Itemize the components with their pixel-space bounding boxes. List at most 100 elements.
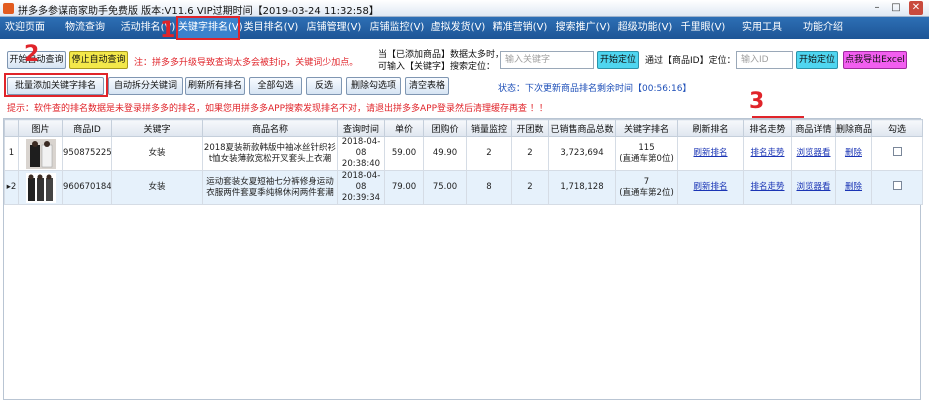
main-menu: 欢迎页面 物流查询 活动排名(V) 关键字排名(V) 类目排名(V) 店铺管理(… xyxy=(0,17,929,39)
column-header[interactable]: 删除商品 xyxy=(835,119,872,137)
annotation-box-1 xyxy=(176,16,240,40)
clear-table-button[interactable]: 清空表格 xyxy=(405,77,449,95)
status-text: 状态：下次更新商品排名剩余时间【00:56:16】 xyxy=(498,84,692,94)
row-index: 1 xyxy=(4,136,19,171)
invert-selection-button[interactable]: 反选 xyxy=(306,77,342,95)
delete-checked-button[interactable]: 删除勾选项 xyxy=(346,77,401,95)
delete-product-link[interactable]: 删除 xyxy=(835,170,872,205)
row-index: ▸2 xyxy=(4,170,19,205)
table-row[interactable]: ▸2 960670184 女装 运动套装女夏短袖七分裤修身运动衣服两件套夏季纯棉… xyxy=(4,170,923,205)
product-id: 960670184 xyxy=(62,170,112,205)
product-id-input[interactable]: 输入ID xyxy=(736,51,793,69)
table-header: 图片 商品ID 关键字 商品名称 查询时间 单价 团购价 销量监控 开团数 已销… xyxy=(4,119,923,137)
product-image-icon xyxy=(25,172,56,203)
title-bar: 拼多多参谋商家助手免费版 版本:V11.6 VIP过期时间【2019-03-24… xyxy=(0,0,929,17)
menu-shop-manage[interactable]: 店铺管理(V) xyxy=(303,17,365,39)
annotation-number-3: 3 xyxy=(749,89,765,114)
query-time: 2018-04-08 20:39:34 xyxy=(337,170,385,205)
sales-monitor: 8 xyxy=(466,170,512,205)
ranking-tip: 提示：软件查的排名数据是未登录拼多多的排名，如果您用拼多多APP搜索发现排名不对… xyxy=(7,104,548,114)
keyword-rank: 115 (直通车第0位) xyxy=(615,136,678,171)
menu-shop-monitor[interactable]: 店铺监控(V) xyxy=(366,17,428,39)
browser-view-link[interactable]: 浏览器看 xyxy=(791,136,836,171)
app-icon xyxy=(3,3,14,14)
column-header[interactable]: 已销售商品总数 xyxy=(548,119,616,137)
ip-warning: 注：拼多多升级导致查询太多会被封ip，关键词少加点。 xyxy=(134,58,359,68)
unit-price: 79.00 xyxy=(384,170,424,205)
stop-auto-query-button[interactable]: 停止自动查询 xyxy=(69,51,128,69)
menu-welcome[interactable]: 欢迎页面 xyxy=(0,17,50,39)
product-image-icon xyxy=(25,138,56,169)
locate-by-id-button[interactable]: 开始定位 xyxy=(796,51,838,69)
table-row[interactable]: 1 950875225 女装 2018夏装新款韩版中袖冰丝针织衫t恤女装薄款宽松… xyxy=(4,136,923,171)
rank-trend-link[interactable]: 排名走势 xyxy=(743,170,792,205)
menu-virtual-ship[interactable]: 虚拟发货(V) xyxy=(429,17,487,39)
column-header[interactable]: 商品详情 xyxy=(791,119,836,137)
rank-trend-link[interactable]: 排名走势 xyxy=(743,136,792,171)
column-header[interactable]: 图片 xyxy=(18,119,63,137)
column-header[interactable]: 开团数 xyxy=(511,119,549,137)
column-header[interactable]: 查询时间 xyxy=(337,119,385,137)
unit-price: 59.00 xyxy=(384,136,424,171)
product-name: 2018夏装新款韩版中袖冰丝针织衫t恤女装薄款宽松开叉套头上衣潮 xyxy=(202,136,338,171)
export-excel-button[interactable]: 点我导出Excel xyxy=(843,51,907,69)
total-sold: 3,723,694 xyxy=(548,136,616,171)
annotation-box-2 xyxy=(4,73,108,97)
group-count: 2 xyxy=(511,170,549,205)
product-rank-table: 图片 商品ID 关键字 商品名称 查询时间 单价 团购价 销量监控 开团数 已销… xyxy=(3,118,923,400)
sales-monitor: 2 xyxy=(466,136,512,171)
id-locate-label: 通过【商品ID】定位： xyxy=(645,56,736,66)
column-header[interactable]: 单价 xyxy=(384,119,424,137)
delete-product-link[interactable]: 删除 xyxy=(835,136,872,171)
column-header[interactable]: 商品ID xyxy=(62,119,112,137)
query-time: 2018-04-08 20:38:40 xyxy=(337,136,385,171)
menu-features[interactable]: 功能介绍 xyxy=(797,17,849,39)
total-sold: 1,718,128 xyxy=(548,170,616,205)
maximize-icon[interactable]: □ xyxy=(889,1,903,15)
added-note-line1: 当【已添加商品】数据太多时， xyxy=(378,50,505,60)
column-header[interactable]: 销量监控 xyxy=(466,119,512,137)
product-id: 950875225 xyxy=(62,136,112,171)
browser-view-link[interactable]: 浏览器看 xyxy=(791,170,836,205)
added-note-line2: 可输入【关键字】搜索定位： xyxy=(378,62,496,72)
keyword-search-input[interactable]: 输入关键字 xyxy=(500,51,594,69)
annotation-number-2: 2 xyxy=(24,42,40,67)
group-price: 49.90 xyxy=(423,136,467,171)
row-checkbox[interactable] xyxy=(892,181,902,190)
keyword-rank: 7 (直通车第2位) xyxy=(615,170,678,205)
refresh-rank-link[interactable]: 刷新排名 xyxy=(677,170,744,205)
column-header[interactable]: 团购价 xyxy=(423,119,467,137)
menu-logistics[interactable]: 物流查询 xyxy=(55,17,115,39)
menu-search-promo[interactable]: 搜索推广(V) xyxy=(552,17,614,39)
column-header[interactable]: 商品名称 xyxy=(202,119,338,137)
keyword: 女装 xyxy=(111,136,203,171)
product-name: 运动套装女夏短袖七分裤修身运动衣服两件套夏季纯棉休闲两件套潮 xyxy=(202,170,338,205)
row-checkbox[interactable] xyxy=(892,147,902,156)
refresh-all-ranks-button[interactable]: 刷新所有排名 xyxy=(185,77,245,95)
column-header[interactable]: 排名走势 xyxy=(743,119,792,137)
refresh-rank-link[interactable]: 刷新排名 xyxy=(677,136,744,171)
locate-by-keyword-button[interactable]: 开始定位 xyxy=(597,51,639,69)
menu-tools[interactable]: 实用工具 xyxy=(737,17,787,39)
row-checkbox-cell xyxy=(871,170,923,205)
minimize-icon[interactable]: – xyxy=(870,1,884,15)
select-all-button[interactable]: 全部勾选 xyxy=(249,77,302,95)
column-header[interactable]: 关键字排名 xyxy=(615,119,678,137)
keyword: 女装 xyxy=(111,170,203,205)
row-checkbox-cell xyxy=(871,136,923,171)
menu-qianliyan[interactable]: 千里眼(V) xyxy=(677,17,729,39)
auto-split-keyword-button[interactable]: 自动拆分关键词 xyxy=(108,77,183,95)
group-count: 2 xyxy=(511,136,549,171)
menu-category-rank[interactable]: 类目排名(V) xyxy=(242,17,300,39)
product-thumbnail xyxy=(18,136,63,171)
window-title: 拼多多参谋商家助手免费版 版本:V11.6 VIP过期时间【2019-03-24… xyxy=(18,6,379,17)
column-header[interactable]: 刷新排名 xyxy=(677,119,744,137)
close-icon[interactable]: ✕ xyxy=(909,1,923,15)
column-header[interactable]: 勾选 xyxy=(871,119,923,137)
product-thumbnail xyxy=(18,170,63,205)
menu-super-functions[interactable]: 超级功能(V) xyxy=(614,17,676,39)
group-price: 75.00 xyxy=(423,170,467,205)
toolbar-area: 开始自动查询 停止自动查询 注：拼多多升级导致查询太多会被封ip，关键词少加点。… xyxy=(0,39,929,114)
column-header[interactable]: 关键字 xyxy=(111,119,203,137)
menu-precise-marketing[interactable]: 精准营销(V) xyxy=(489,17,551,39)
